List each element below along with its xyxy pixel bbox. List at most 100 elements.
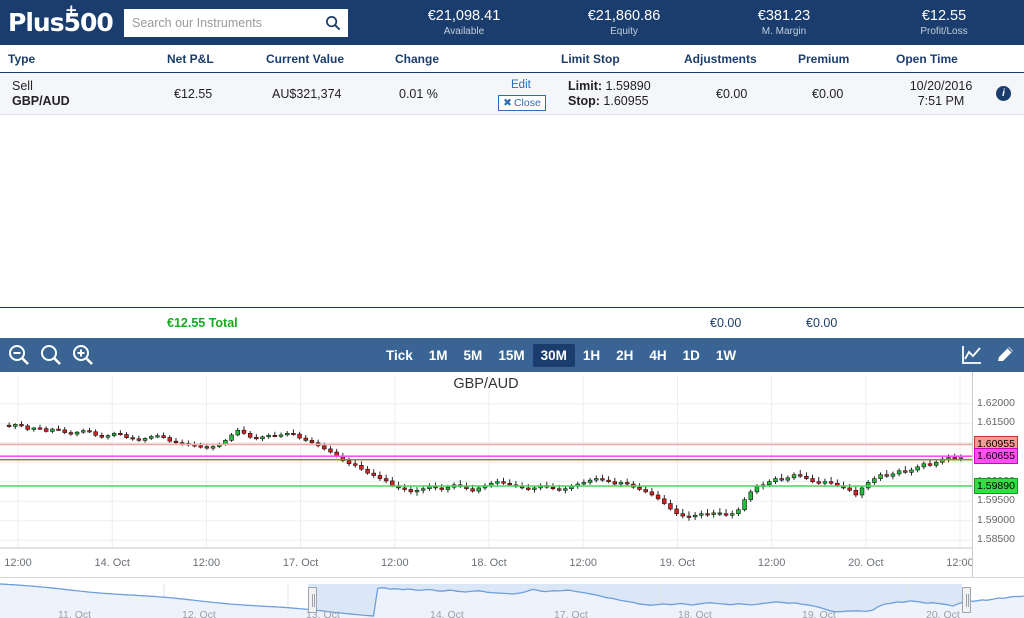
table-row[interactable]: Sell GBP/AUD €12.55 AU$321,374 0.01 % Ed… — [0, 73, 1024, 115]
position-instrument: GBP/AUD — [12, 94, 70, 108]
navigator-tick-label: 12. Oct — [182, 609, 216, 618]
price-badge-close-on-profit[interactable]: 1.59890 — [974, 477, 1018, 494]
price-tick-label: 1.62000 — [977, 396, 1015, 409]
timeframe-1w[interactable]: 1W — [708, 344, 744, 367]
total-net-pl: €12.55 Total — [167, 316, 238, 330]
position-change: 0.01 % — [399, 87, 438, 101]
navigator-tick-label: 17. Oct — [554, 609, 588, 618]
positions-totals-row: €12.55 Total €0.00 €0.00 — [0, 307, 1024, 338]
timeframe-2h[interactable]: 2H — [608, 344, 641, 367]
timeframe-30m[interactable]: 30M — [532, 343, 575, 367]
pencil-icon[interactable] — [994, 344, 1016, 366]
price-tick-label: 1.59000 — [977, 513, 1015, 526]
timeframe-1d[interactable]: 1D — [675, 344, 708, 367]
timeframe-selector: Tick 1M 5M 15M 30M 1H 2H 4H 1D 1W — [378, 338, 744, 372]
navigator-tick-label: 14. Oct — [430, 609, 464, 618]
column-header-current-value[interactable]: Current Value — [266, 52, 344, 66]
line-chart-icon[interactable] — [960, 343, 984, 367]
timeframe-1m[interactable]: 1M — [421, 344, 456, 367]
navigator-left-handle[interactable] — [308, 587, 317, 613]
navigator-tick-label: 20. Oct — [926, 609, 960, 618]
limit-line: Limit: 1.59890 — [568, 79, 651, 94]
navigator-tick-label: 11. Oct — [58, 609, 92, 618]
search-input[interactable] — [124, 8, 348, 37]
timeframe-5m[interactable]: 5M — [456, 344, 491, 367]
total-premium: €0.00 — [806, 316, 838, 330]
position-premium: €0.00 — [812, 87, 844, 101]
position-current-value: AU$321,374 — [272, 87, 342, 101]
stat-label: M. Margin — [761, 25, 807, 37]
stat-label: Equity — [610, 25, 638, 37]
chart-title: GBP/AUD — [453, 376, 519, 392]
edit-position-link[interactable]: Edit — [511, 79, 531, 91]
column-header-open-time[interactable]: Open Time — [896, 52, 958, 66]
stat-profit-loss: €12.55 Profit/Loss — [864, 8, 1024, 38]
timeframe-4h[interactable]: 4H — [641, 344, 674, 367]
stop-label: Stop: — [568, 94, 600, 108]
close-position-button[interactable]: ✖ Close — [498, 95, 546, 111]
svg-text:12:00: 12:00 — [381, 557, 409, 569]
stat-value: €12.55 — [921, 7, 967, 24]
zoom-in-icon[interactable] — [70, 342, 96, 368]
chart-toolbar: Tick 1M 5M 15M 30M 1H 2H 4H 1D 1W — [0, 338, 1024, 372]
close-button-label: Close — [513, 97, 541, 109]
svg-text:12:00: 12:00 — [4, 557, 32, 569]
svg-text:12:00: 12:00 — [758, 557, 786, 569]
column-header-limit-stop[interactable]: Limit Stop — [561, 52, 620, 66]
timeframe-tick[interactable]: Tick — [378, 344, 421, 367]
x-icon: ✖ — [503, 97, 512, 109]
total-adjustments: €0.00 — [710, 316, 742, 330]
navigator-tick-label: 19. Oct — [802, 609, 836, 618]
stat-available: €21,098.41 Available — [384, 8, 544, 38]
stat-label: Profit/Loss — [920, 25, 968, 37]
navigator-tick-label: 18. Oct — [678, 609, 712, 618]
stop-value: 1.60955 — [603, 94, 649, 108]
account-stats: €21,098.41 Available €21,860.86 Equity €… — [348, 8, 1024, 38]
plus-glyph-icon: + — [65, 1, 78, 19]
svg-text:19. Oct: 19. Oct — [660, 557, 695, 569]
svg-text:12:00: 12:00 — [193, 557, 221, 569]
chart-tool-icons — [960, 343, 1016, 367]
position-net-pl: €12.55 — [174, 87, 213, 101]
timeframe-1h[interactable]: 1H — [575, 344, 608, 367]
stat-equity: €21,860.86 Equity — [544, 8, 704, 38]
candlestick-plot[interactable]: 12:00 14. Oct 12:00 17. Oct 12:00 18. Oct 12:0… — [0, 372, 972, 578]
column-header-net-pl[interactable]: Net P&L — [167, 52, 214, 66]
price-chart[interactable]: 12:00 14. Oct 12:00 17. Oct 12:00 18. Oct 12:0… — [0, 372, 1024, 578]
position-direction: Sell — [12, 79, 33, 93]
svg-text:18. Oct: 18. Oct — [471, 557, 506, 569]
info-icon[interactable]: i — [996, 86, 1011, 101]
price-axis: 1.620001.615001.610001.605001.600001.595… — [972, 372, 1024, 578]
limit-value: 1.59890 — [605, 79, 651, 93]
top-navigation-bar: Plus500 + €21,098.41 Available €21,860.8… — [0, 0, 1024, 45]
position-open-time-cell: 10/20/2016 7:51 PM — [903, 79, 979, 109]
position-adjustments: €0.00 — [716, 87, 748, 101]
timeframe-15m[interactable]: 15M — [490, 344, 532, 367]
stat-maintenance-margin: €381.23 M. Margin — [704, 8, 864, 38]
column-header-adjustments[interactable]: Adjustments — [684, 52, 757, 66]
svg-text:12:00: 12:00 — [569, 557, 597, 569]
navigator-right-handle[interactable] — [962, 587, 971, 613]
chart-navigator[interactable]: 11. Oct 12. Oct 13. Oct 14. Oct 17. Oct 18. O… — [0, 578, 1024, 618]
zoom-out-icon[interactable] — [6, 342, 32, 368]
price-badge-current-sell-rate[interactable]: 1.60655 — [974, 448, 1018, 465]
plus500-logo[interactable]: Plus500 + — [8, 3, 116, 36]
limit-stop-cell: Limit: 1.59890 Stop: 1.60955 — [568, 79, 651, 109]
position-type-cell: Sell GBP/AUD — [12, 79, 70, 109]
column-header-change[interactable]: Change — [395, 52, 439, 66]
empty-positions-area — [0, 115, 1024, 307]
column-header-type[interactable]: Type — [8, 52, 35, 66]
column-header-premium[interactable]: Premium — [798, 52, 849, 66]
stat-value: €21,098.41 — [427, 7, 501, 24]
stat-value: €381.23 — [757, 7, 811, 24]
stop-line: Stop: 1.60955 — [568, 94, 651, 109]
open-time: 7:51 PM — [917, 94, 965, 108]
price-tick-label: 1.61500 — [977, 416, 1015, 429]
navigator-sparkline[interactable] — [0, 578, 1024, 618]
price-tick-label: 1.58500 — [977, 533, 1015, 546]
svg-text:14. Oct: 14. Oct — [94, 557, 129, 569]
price-tick-label: 1.59500 — [977, 494, 1015, 507]
positions-table-header: Type Net P&L Current Value Change Limit … — [0, 45, 1024, 73]
stat-value: €21,860.86 — [587, 7, 661, 24]
search-icon[interactable] — [38, 342, 64, 368]
